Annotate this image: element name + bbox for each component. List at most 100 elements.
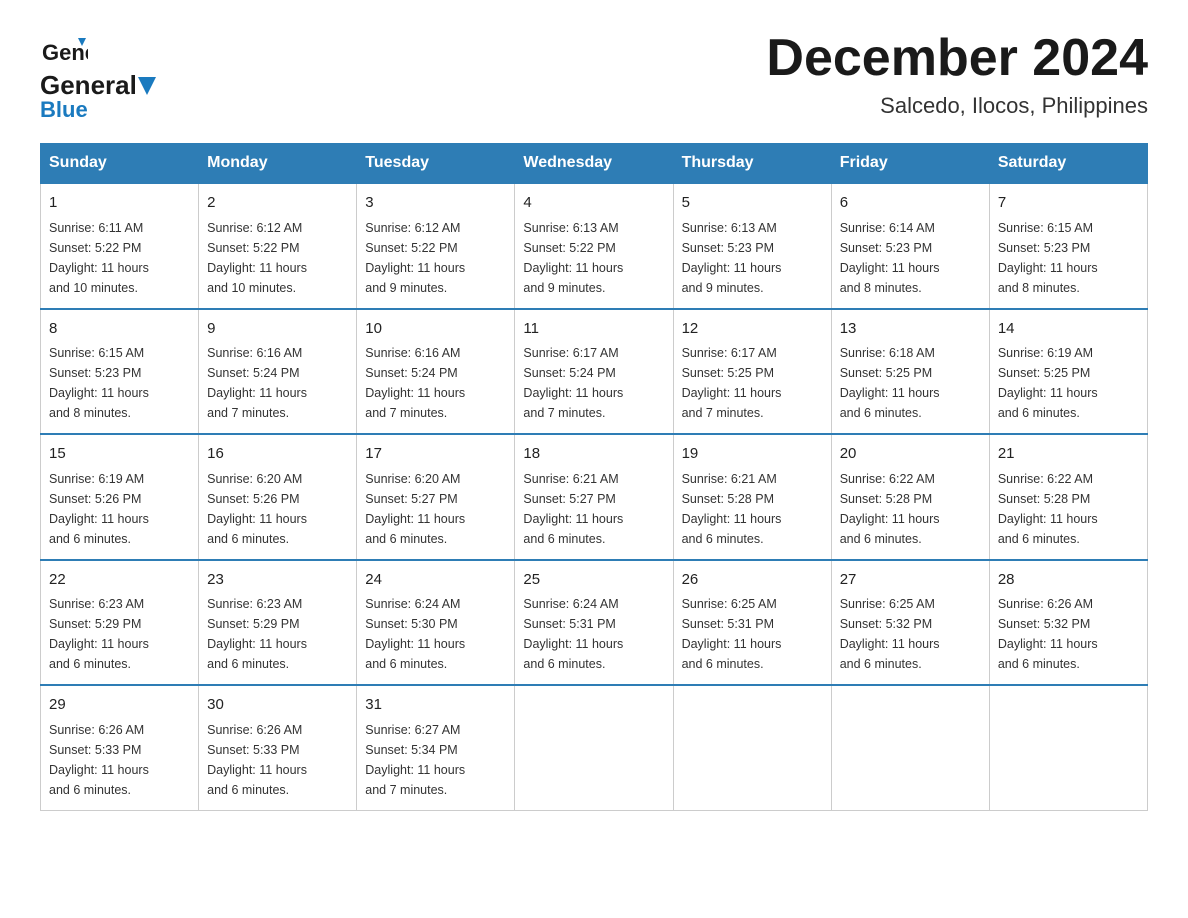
calendar-cell: 15Sunrise: 6:19 AMSunset: 5:26 PMDayligh…: [41, 434, 199, 560]
calendar-cell: 24Sunrise: 6:24 AMSunset: 5:30 PMDayligh…: [357, 560, 515, 686]
day-number: 26: [682, 569, 823, 592]
day-info: Sunrise: 6:20 AMSunset: 5:26 PMDaylight:…: [207, 469, 348, 549]
calendar-cell: 3 Sunrise: 6:12 AMSunset: 5:22 PMDaylight…: [357, 183, 515, 309]
day-info: Sunrise: 6:18 AMSunset: 5:25 PMDaylight:…: [840, 343, 981, 423]
calendar-week-3: 15Sunrise: 6:19 AMSunset: 5:26 PMDayligh…: [41, 434, 1148, 560]
day-number: 24: [365, 569, 506, 592]
day-number: 22: [49, 569, 190, 592]
calendar-cell: 14Sunrise: 6:19 AMSunset: 5:25 PMDayligh…: [989, 309, 1147, 435]
calendar-cell: 7 Sunrise: 6:15 AMSunset: 5:23 PMDaylight…: [989, 183, 1147, 309]
calendar-cell: 8Sunrise: 6:15 AMSunset: 5:23 PMDaylight…: [41, 309, 199, 435]
day-number: 13: [840, 318, 981, 341]
calendar-cell: 19 Sunrise: 6:21 AMSunset: 5:28 PMDayligh…: [673, 434, 831, 560]
calendar-cell: 17Sunrise: 6:20 AMSunset: 5:27 PMDayligh…: [357, 434, 515, 560]
day-number: 9: [207, 318, 348, 341]
logo-area: General General Blue: [40, 30, 158, 123]
calendar-cell: 10Sunrise: 6:16 AMSunset: 5:24 PMDayligh…: [357, 309, 515, 435]
calendar-cell: 21 Sunrise: 6:22 AMSunset: 5:28 PMDayligh…: [989, 434, 1147, 560]
day-number: 16: [207, 443, 348, 466]
day-info: Sunrise: 6:11 AMSunset: 5:22 PMDaylight:…: [49, 218, 190, 298]
day-number: 19: [682, 443, 823, 466]
calendar-cell: 16 Sunrise: 6:20 AMSunset: 5:26 PMDayligh…: [199, 434, 357, 560]
calendar-cell: 22Sunrise: 6:23 AMSunset: 5:29 PMDayligh…: [41, 560, 199, 686]
day-info: Sunrise: 6:13 AMSunset: 5:22 PMDaylight:…: [523, 218, 664, 298]
calendar-cell: 30Sunrise: 6:26 AMSunset: 5:33 PMDayligh…: [199, 685, 357, 810]
calendar-cell: 1 Sunrise: 6:11 AMSunset: 5:22 PMDaylight…: [41, 183, 199, 309]
day-number: 27: [840, 569, 981, 592]
day-number: 31: [365, 694, 506, 717]
day-info: Sunrise: 6:17 AMSunset: 5:24 PMDaylight:…: [523, 343, 664, 423]
day-number: 3: [365, 192, 506, 215]
day-info: Sunrise: 6:16 AMSunset: 5:24 PMDaylight:…: [207, 343, 348, 423]
day-info: Sunrise: 6:14 AMSunset: 5:23 PMDaylight:…: [840, 218, 981, 298]
month-title: December 2024: [766, 30, 1148, 87]
page-header: General General Blue December 2024 Salce…: [40, 30, 1148, 123]
day-info: Sunrise: 6:21 AMSunset: 5:28 PMDaylight:…: [682, 469, 823, 549]
day-number: 15: [49, 443, 190, 466]
day-number: 20: [840, 443, 981, 466]
calendar-cell: 13Sunrise: 6:18 AMSunset: 5:25 PMDayligh…: [831, 309, 989, 435]
day-number: 21: [998, 443, 1139, 466]
calendar-week-4: 22Sunrise: 6:23 AMSunset: 5:29 PMDayligh…: [41, 560, 1148, 686]
calendar-cell: 6 Sunrise: 6:14 AMSunset: 5:23 PMDaylight…: [831, 183, 989, 309]
day-info: Sunrise: 6:25 AMSunset: 5:31 PMDaylight:…: [682, 594, 823, 674]
day-number: 6: [840, 192, 981, 215]
day-info: Sunrise: 6:13 AMSunset: 5:23 PMDaylight:…: [682, 218, 823, 298]
day-info: Sunrise: 6:17 AMSunset: 5:25 PMDaylight:…: [682, 343, 823, 423]
calendar-cell: 2 Sunrise: 6:12 AMSunset: 5:22 PMDaylight…: [199, 183, 357, 309]
calendar-week-1: 1 Sunrise: 6:11 AMSunset: 5:22 PMDaylight…: [41, 183, 1148, 309]
calendar-cell: [515, 685, 673, 810]
day-number: 4: [523, 192, 664, 215]
header-sunday: Sunday: [41, 144, 199, 184]
day-info: Sunrise: 6:25 AMSunset: 5:32 PMDaylight:…: [840, 594, 981, 674]
day-number: 12: [682, 318, 823, 341]
day-number: 2: [207, 192, 348, 215]
header-saturday: Saturday: [989, 144, 1147, 184]
day-number: 8: [49, 318, 190, 341]
calendar-cell: 28Sunrise: 6:26 AMSunset: 5:32 PMDayligh…: [989, 560, 1147, 686]
header-thursday: Thursday: [673, 144, 831, 184]
location-title: Salcedo, Ilocos, Philippines: [766, 93, 1148, 119]
day-number: 18: [523, 443, 664, 466]
day-info: Sunrise: 6:12 AMSunset: 5:22 PMDaylight:…: [365, 218, 506, 298]
day-info: Sunrise: 6:15 AMSunset: 5:23 PMDaylight:…: [998, 218, 1139, 298]
calendar-week-2: 8Sunrise: 6:15 AMSunset: 5:23 PMDaylight…: [41, 309, 1148, 435]
header-monday: Monday: [199, 144, 357, 184]
logo-blue-text: Blue: [40, 97, 88, 123]
day-info: Sunrise: 6:26 AMSunset: 5:32 PMDaylight:…: [998, 594, 1139, 674]
calendar-cell: 29Sunrise: 6:26 AMSunset: 5:33 PMDayligh…: [41, 685, 199, 810]
calendar-cell: 31 Sunrise: 6:27 AMSunset: 5:34 PMDayligh…: [357, 685, 515, 810]
day-number: 14: [998, 318, 1139, 341]
header-wednesday: Wednesday: [515, 144, 673, 184]
day-info: Sunrise: 6:12 AMSunset: 5:22 PMDaylight:…: [207, 218, 348, 298]
day-info: Sunrise: 6:26 AMSunset: 5:33 PMDaylight:…: [49, 720, 190, 800]
calendar-header-row: SundayMondayTuesdayWednesdayThursdayFrid…: [41, 144, 1148, 184]
day-info: Sunrise: 6:27 AMSunset: 5:34 PMDaylight:…: [365, 720, 506, 800]
calendar-table: SundayMondayTuesdayWednesdayThursdayFrid…: [40, 143, 1148, 811]
day-info: Sunrise: 6:20 AMSunset: 5:27 PMDaylight:…: [365, 469, 506, 549]
calendar-cell: 4 Sunrise: 6:13 AMSunset: 5:22 PMDaylight…: [515, 183, 673, 309]
header-friday: Friday: [831, 144, 989, 184]
day-number: 1: [49, 192, 190, 215]
calendar-cell: 25Sunrise: 6:24 AMSunset: 5:31 PMDayligh…: [515, 560, 673, 686]
day-info: Sunrise: 6:15 AMSunset: 5:23 PMDaylight:…: [49, 343, 190, 423]
day-number: 25: [523, 569, 664, 592]
day-number: 28: [998, 569, 1139, 592]
day-info: Sunrise: 6:22 AMSunset: 5:28 PMDaylight:…: [998, 469, 1139, 549]
calendar-cell: 26Sunrise: 6:25 AMSunset: 5:31 PMDayligh…: [673, 560, 831, 686]
day-info: Sunrise: 6:23 AMSunset: 5:29 PMDaylight:…: [49, 594, 190, 674]
day-info: Sunrise: 6:22 AMSunset: 5:28 PMDaylight:…: [840, 469, 981, 549]
calendar-week-5: 29Sunrise: 6:26 AMSunset: 5:33 PMDayligh…: [41, 685, 1148, 810]
day-info: Sunrise: 6:24 AMSunset: 5:30 PMDaylight:…: [365, 594, 506, 674]
calendar-cell: 9Sunrise: 6:16 AMSunset: 5:24 PMDaylight…: [199, 309, 357, 435]
header-tuesday: Tuesday: [357, 144, 515, 184]
day-info: Sunrise: 6:24 AMSunset: 5:31 PMDaylight:…: [523, 594, 664, 674]
calendar-cell: 11Sunrise: 6:17 AMSunset: 5:24 PMDayligh…: [515, 309, 673, 435]
day-info: Sunrise: 6:19 AMSunset: 5:25 PMDaylight:…: [998, 343, 1139, 423]
calendar-cell: 5Sunrise: 6:13 AMSunset: 5:23 PMDaylight…: [673, 183, 831, 309]
day-number: 7: [998, 192, 1139, 215]
calendar-cell: 18Sunrise: 6:21 AMSunset: 5:27 PMDayligh…: [515, 434, 673, 560]
calendar-cell: 12Sunrise: 6:17 AMSunset: 5:25 PMDayligh…: [673, 309, 831, 435]
calendar-cell: 27Sunrise: 6:25 AMSunset: 5:32 PMDayligh…: [831, 560, 989, 686]
day-number: 30: [207, 694, 348, 717]
